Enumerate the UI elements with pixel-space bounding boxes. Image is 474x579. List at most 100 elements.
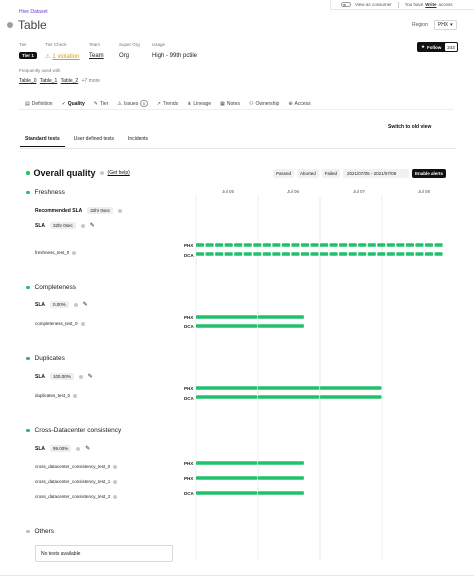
filter-passed[interactable]: Passed	[273, 169, 295, 178]
info-icon[interactable]	[113, 494, 118, 499]
breadcrumb[interactable]: Hive Dataset	[19, 9, 48, 15]
status-bar[interactable]	[196, 324, 258, 328]
status-bar-segment[interactable]	[415, 243, 424, 247]
status-bar-segment[interactable]	[253, 252, 262, 256]
status-bar-segment[interactable]	[291, 252, 300, 256]
subtab-standard-tests[interactable]: Standard tests	[20, 136, 65, 147]
status-bar[interactable]	[258, 386, 320, 390]
status-bar-segment[interactable]	[386, 243, 395, 247]
date-range-picker[interactable]: 2021/07/05 - 2021/07/08	[343, 169, 410, 178]
status-bar-segment[interactable]	[253, 243, 262, 247]
view-as-consumer-toggle[interactable]	[341, 2, 351, 7]
status-bar-segment[interactable]	[367, 252, 376, 256]
status-bar[interactable]	[196, 315, 258, 319]
status-bar-segment[interactable]	[348, 243, 357, 247]
status-bar-segment[interactable]	[377, 252, 386, 256]
tab-tier[interactable]: ✎ Tier	[94, 100, 109, 107]
status-bar-segment[interactable]	[196, 252, 205, 256]
tab-quality[interactable]: ✓ Quality	[62, 100, 85, 107]
status-bar-segment[interactable]	[339, 252, 348, 256]
status-bar-segment[interactable]	[405, 243, 414, 247]
info-icon[interactable]	[113, 479, 118, 484]
tab-definition[interactable]: ▤ Definition	[25, 100, 53, 107]
status-bar-segment[interactable]	[386, 252, 395, 256]
info-icon[interactable]	[118, 208, 122, 213]
test-name[interactable]: cross_datacenter_consistency_test_1	[35, 479, 110, 484]
info-icon[interactable]	[73, 393, 78, 398]
status-bar-segment[interactable]	[300, 243, 310, 247]
status-bar[interactable]	[258, 476, 304, 480]
frequent-table-link[interactable]: Table_2	[61, 78, 79, 84]
status-bar-segment[interactable]	[396, 252, 405, 256]
info-icon[interactable]	[80, 321, 85, 326]
edit-icon[interactable]: ✎	[88, 373, 93, 380]
tier-check-value-wrap[interactable]: ⚠ 1 violation	[45, 53, 79, 61]
status-bar-segment[interactable]	[396, 243, 405, 247]
status-bar-segment[interactable]	[310, 243, 319, 247]
status-bar-segment[interactable]	[234, 243, 243, 247]
status-bar-segment[interactable]	[367, 243, 376, 247]
status-bar-segment[interactable]	[405, 252, 414, 256]
filter-failed[interactable]: Failed	[321, 169, 341, 178]
status-bar-segment[interactable]	[243, 243, 252, 247]
status-bar-segment[interactable]	[234, 252, 243, 256]
status-bar-segment[interactable]	[281, 243, 290, 247]
edit-icon[interactable]: ✎	[83, 301, 88, 308]
status-bar-segment[interactable]	[262, 243, 271, 247]
filter-aborted[interactable]: Aborted	[297, 169, 319, 178]
status-bar[interactable]	[196, 461, 258, 465]
frequent-table-link[interactable]: Table_1	[40, 78, 58, 84]
status-bar-segment[interactable]	[424, 252, 434, 256]
info-icon[interactable]	[80, 223, 85, 228]
info-icon[interactable]	[73, 302, 78, 307]
switch-old-view-button[interactable]: Switch to old view	[388, 124, 431, 130]
status-bar-segment[interactable]	[358, 252, 367, 256]
status-bar-segment[interactable]	[272, 243, 281, 247]
tab-issues[interactable]: ⚠ Issues 0	[117, 100, 148, 107]
status-bar-segment[interactable]	[281, 252, 290, 256]
status-bar[interactable]	[196, 395, 258, 399]
get-help-link[interactable]: (Get help)	[108, 170, 130, 176]
follow-button[interactable]: ★ Follow 243	[417, 42, 458, 52]
more-tables-link[interactable]: +7 more	[82, 78, 100, 84]
status-bar-segment[interactable]	[215, 252, 224, 256]
info-icon[interactable]	[78, 374, 83, 379]
status-bar[interactable]	[196, 386, 258, 390]
subtab-user-defined-tests[interactable]: User defined tests	[69, 136, 119, 147]
status-bar-segment[interactable]	[224, 243, 233, 247]
status-bar[interactable]	[258, 315, 304, 319]
status-bar-segment[interactable]	[415, 252, 424, 256]
tab-ownership[interactable]: ⚇ Ownership	[249, 100, 279, 107]
info-icon[interactable]	[76, 446, 81, 451]
status-bar-segment[interactable]	[243, 252, 252, 256]
status-bar-segment[interactable]	[434, 252, 443, 256]
subtab-incidents[interactable]: Incidents	[123, 136, 153, 147]
status-bar[interactable]	[258, 324, 304, 328]
status-bar-segment[interactable]	[320, 243, 329, 247]
status-bar[interactable]	[320, 395, 382, 399]
test-name[interactable]: freshness_test_0	[35, 250, 69, 255]
status-bar-segment[interactable]	[205, 252, 214, 256]
tab-lineage[interactable]: ⋔ Lineage	[187, 100, 211, 107]
write-access-link[interactable]: Write	[425, 2, 436, 7]
status-bar[interactable]	[258, 491, 304, 495]
status-bar-segment[interactable]	[300, 252, 310, 256]
tab-access[interactable]: ⊕ Access	[288, 100, 310, 107]
status-bar-segment[interactable]	[215, 243, 224, 247]
frequent-table-link[interactable]: Table_0	[19, 78, 37, 84]
status-bar[interactable]	[258, 461, 304, 465]
status-bar-segment[interactable]	[224, 252, 233, 256]
tab-notes[interactable]: ▦ Notes	[220, 100, 240, 107]
status-bar-segment[interactable]	[424, 243, 434, 247]
status-bar-segment[interactable]	[272, 252, 281, 256]
status-bar-segment[interactable]	[329, 252, 338, 256]
team-value[interactable]: Team	[89, 53, 104, 59]
status-bar-segment[interactable]	[320, 252, 329, 256]
status-bar-segment[interactable]	[196, 243, 205, 247]
status-bar-segment[interactable]	[310, 252, 319, 256]
status-bar-segment[interactable]	[377, 243, 386, 247]
status-bar-segment[interactable]	[205, 243, 214, 247]
status-bar-segment[interactable]	[358, 243, 367, 247]
tier-badge[interactable]: Tier 1	[19, 52, 37, 59]
status-bar-segment[interactable]	[434, 243, 443, 247]
